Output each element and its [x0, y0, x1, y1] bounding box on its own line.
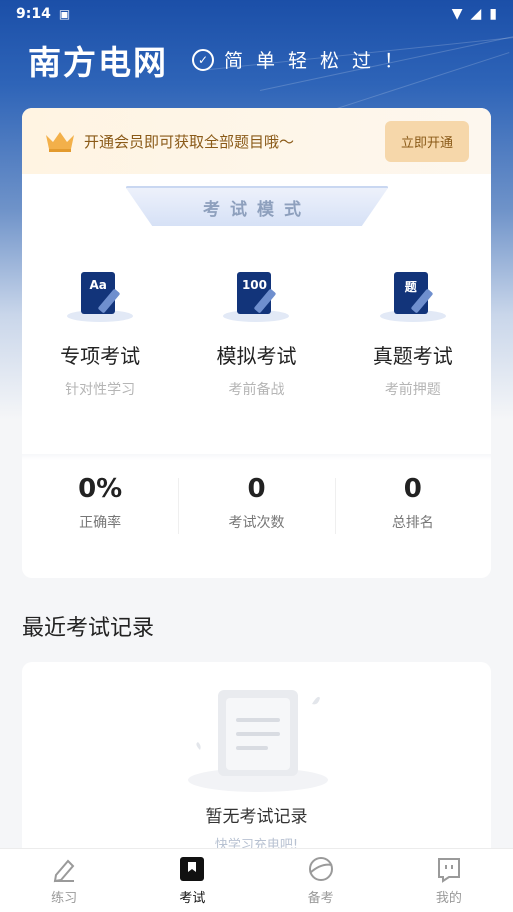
records-card: 暂无考试记录 快学习充电吧!: [22, 662, 491, 862]
signal-icon: ◢: [470, 6, 482, 22]
pencil-icon: [53, 859, 75, 883]
tab-exam[interactable]: 考试: [128, 849, 256, 912]
tab-label: 备考: [307, 891, 334, 906]
stat-exam-count: 0 考试次数: [178, 474, 334, 534]
battery-icon: ▮: [489, 6, 497, 22]
book-ti-icon: 题: [378, 268, 448, 326]
book-aa-icon: Aa: [65, 268, 135, 326]
stat-label: 正确率: [79, 515, 122, 531]
exam-modes: Aa 专项考试 针对性学习 100 模拟考试 考前备战 题 真题考试 考前押题: [22, 268, 491, 399]
tab-practice[interactable]: 练习: [0, 849, 128, 912]
bottom-tab-bar: 练习 考试 备考 我的: [0, 848, 513, 912]
open-vip-button[interactable]: 立即开通: [384, 120, 469, 162]
notification-icon: ▣: [58, 7, 71, 21]
crown-icon: [46, 132, 74, 152]
wifi-icon: ▼: [451, 6, 463, 22]
stat-value: 0: [247, 474, 266, 504]
slogan-text: 简单轻松过！: [224, 50, 417, 72]
status-bar: 9:14 ▣ ▼ ◢ ▮: [0, 0, 513, 28]
empty-title: 暂无考试记录: [205, 807, 308, 827]
stat-value: 0%: [78, 474, 123, 504]
recent-records-title: 最近考试记录: [22, 616, 155, 641]
exam-icon: [180, 857, 205, 881]
tab-mine[interactable]: 我的: [385, 849, 513, 912]
mode-name: 专项考试: [60, 344, 141, 368]
vip-banner-text: 开通会员即可获取全部题目哦～: [84, 132, 295, 151]
exam-card: 开通会员即可获取全部题目哦～ 立即开通 考试模式 Aa 专项考试 针对性学习 1…: [22, 108, 491, 578]
exam-stats: 0% 正确率 0 考试次数 0 总排名: [22, 474, 491, 534]
tab-label: 我的: [435, 891, 462, 906]
mode-real-exam[interactable]: 题 真题考试 考前押题: [335, 268, 491, 399]
mode-name: 模拟考试: [216, 344, 297, 368]
app-title: 南方电网: [28, 43, 168, 82]
planet-icon: [308, 857, 333, 881]
exam-mode-banner: 考试模式: [126, 188, 388, 226]
mode-name: 真题考试: [372, 344, 453, 368]
stat-accuracy: 0% 正确率: [22, 474, 178, 532]
profile-icon: [437, 858, 460, 883]
mode-sub: 考前押题: [384, 382, 441, 398]
tab-label: 考试: [179, 891, 206, 906]
tab-label: 练习: [51, 891, 78, 906]
vip-banner[interactable]: 开通会员即可获取全部题目哦～ 立即开通: [22, 108, 491, 174]
tab-prepare[interactable]: 备考: [257, 849, 385, 912]
status-time: 9:14: [16, 6, 51, 22]
stat-label: 考试次数: [228, 515, 285, 531]
empty-document-icon: [188, 690, 328, 792]
book-100-icon: 100: [221, 268, 291, 326]
mode-sub: 考前备战: [228, 382, 285, 398]
check-circle-icon: ✓: [192, 48, 214, 71]
mode-mock-exam[interactable]: 100 模拟考试 考前备战: [178, 268, 334, 399]
stat-label: 总排名: [391, 515, 434, 531]
stat-value: 0: [403, 474, 422, 504]
slogan: ✓ 简单轻松过！: [192, 46, 416, 73]
section-divider: [22, 454, 491, 460]
mode-special-exam[interactable]: Aa 专项考试 针对性学习: [22, 268, 178, 399]
stat-ranking: 0 总排名: [334, 474, 491, 534]
mode-sub: 针对性学习: [65, 382, 136, 398]
